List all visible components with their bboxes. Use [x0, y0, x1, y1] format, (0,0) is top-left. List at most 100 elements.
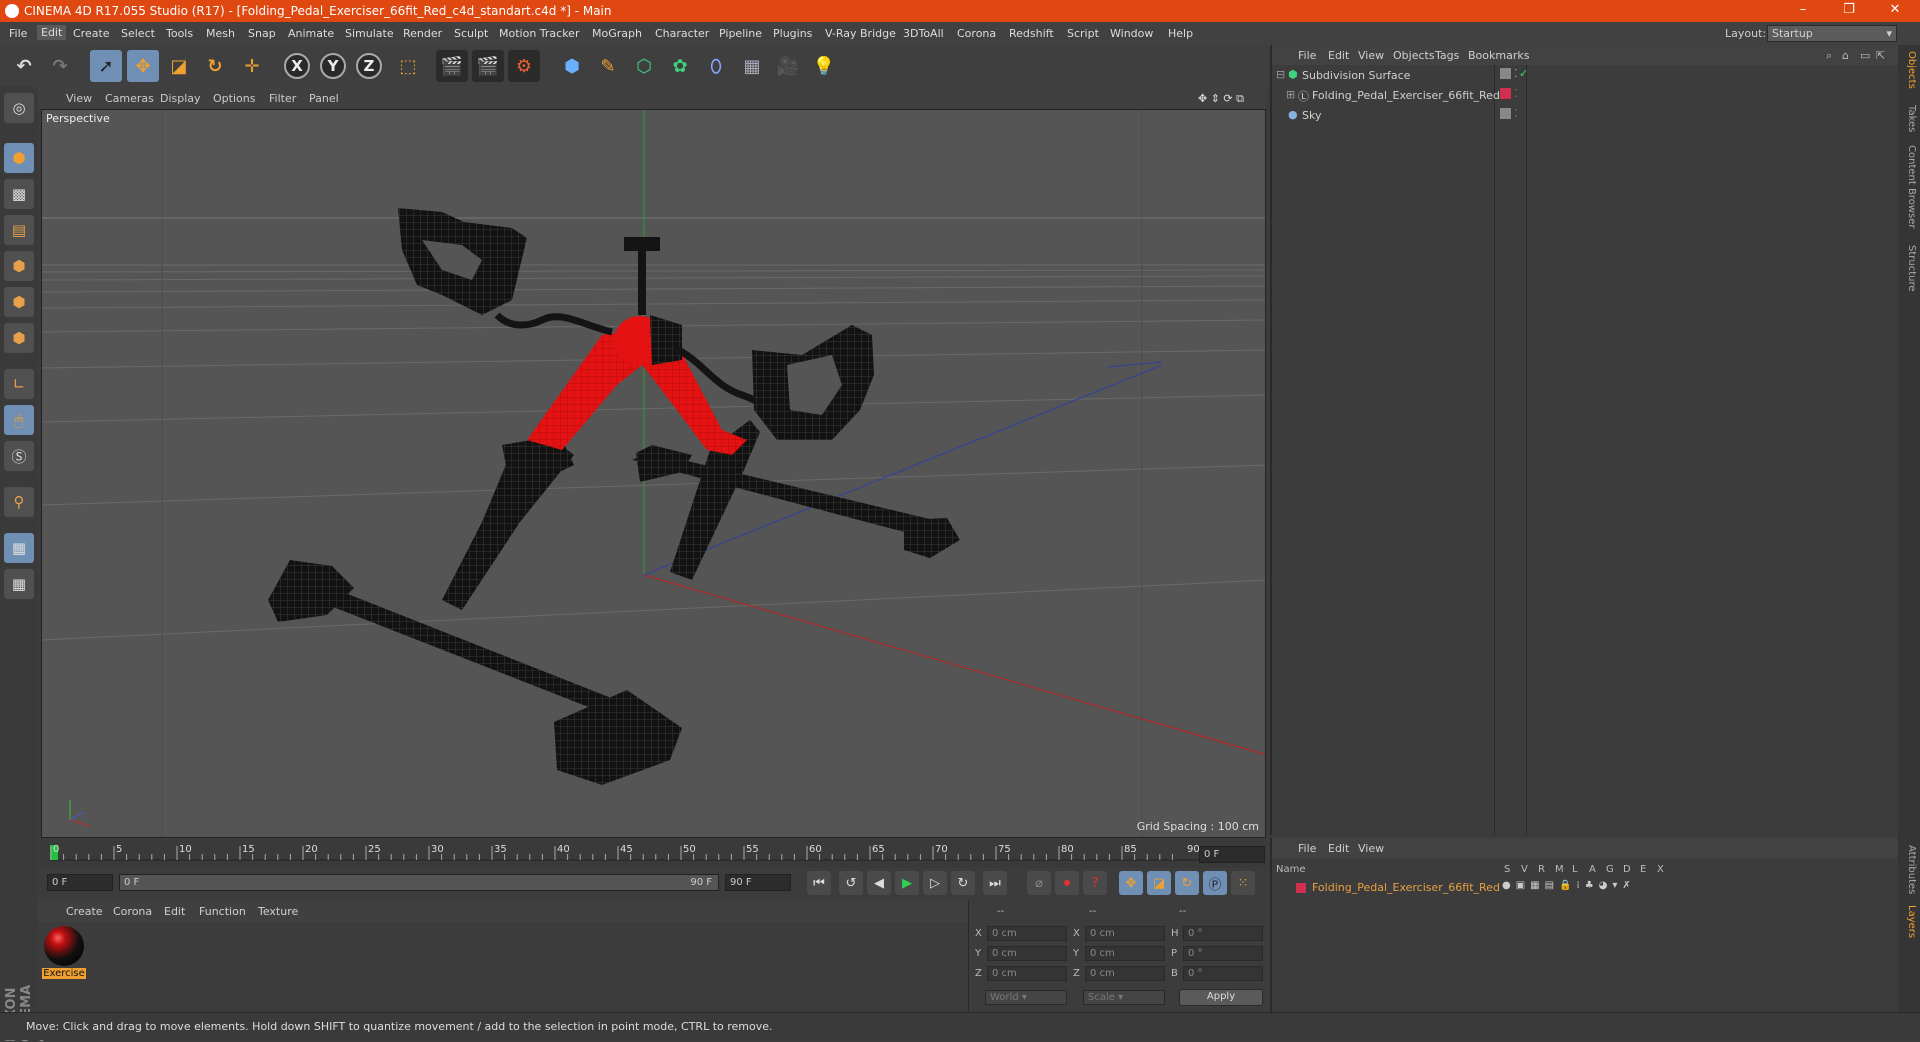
render-settings-icon[interactable]: ⚙ [508, 50, 540, 82]
tweak-mode-icon[interactable]: 🖱 [4, 405, 34, 435]
layer-menu-view[interactable]: View [1358, 842, 1384, 855]
viewport-menu-filter[interactable]: Filter [269, 92, 296, 105]
menu-file[interactable]: File [9, 27, 27, 40]
move-tool-icon[interactable]: ✥ [127, 50, 159, 82]
menu-render[interactable]: Render [403, 27, 442, 40]
menu-plugins[interactable]: Plugins [773, 27, 812, 40]
perspective-viewport[interactable]: Perspective Grid Spacing : 100 cm [41, 109, 1266, 838]
layer-menu-file[interactable]: File [1298, 842, 1316, 855]
menu-simulate[interactable]: Simulate [345, 27, 394, 40]
viewport-menu-cameras[interactable]: Cameras [105, 92, 154, 105]
expand-icon[interactable]: ⇱ [1876, 49, 1885, 62]
viewport-navigation-icon[interactable]: ✥ ⇕ ⟳ ⧉ [1198, 92, 1244, 106]
layout-select[interactable]: Startup ▾ [1767, 25, 1897, 42]
minimize-button[interactable]: – [1780, 2, 1826, 20]
redo-icon[interactable]: ↷ [44, 50, 76, 82]
record-parameter-icon[interactable]: Ⓟ [1203, 871, 1227, 895]
new-view-icon[interactable]: ▭ [1860, 49, 1870, 62]
collapse-icon[interactable]: ⊟ [1276, 68, 1285, 81]
scale-tool-icon[interactable]: ◪ [163, 50, 195, 82]
material-menu-create[interactable]: Create [66, 905, 103, 918]
preview-range-slider[interactable]: 0 F 90 F [119, 874, 719, 891]
y-axis-lock-icon[interactable]: Y [320, 53, 346, 79]
tab-structure[interactable]: Structure [1901, 245, 1917, 292]
go-to-end-icon[interactable]: ⏭ [983, 871, 1007, 895]
expand-plus-icon[interactable]: ⊞ [1286, 88, 1295, 101]
objmgr-menu-file[interactable]: File [1298, 49, 1316, 62]
apply-button[interactable]: Apply [1179, 989, 1263, 1006]
enabled-check-icon[interactable]: ✓ [1519, 67, 1528, 80]
workplane-mode-icon[interactable]: ▤ [4, 215, 34, 245]
rotate-tool-icon[interactable]: ↻ [199, 50, 231, 82]
position-y-field[interactable]: 0 cm [987, 946, 1067, 961]
size-mode-select[interactable]: Scale ▾ [1083, 990, 1165, 1005]
material-swatch[interactable]: Exercise [42, 926, 86, 982]
close-button[interactable]: ✕ [1872, 2, 1918, 20]
start-frame-field[interactable]: 0 F [47, 874, 113, 891]
menu-script[interactable]: Script [1067, 27, 1099, 40]
size-z-field[interactable]: 0 cm [1085, 966, 1165, 981]
polygons-mode-icon[interactable]: ⬢ [4, 323, 34, 353]
tab-layers[interactable]: Layers [1901, 905, 1917, 938]
object-row-exerciser[interactable]: ⊞ Ⓛ Folding_Pedal_Exerciser_66fit_Red ⁚ [1272, 85, 1900, 105]
menu-mograph[interactable]: MoGraph [592, 27, 642, 40]
tab-content-browser[interactable]: Content Browser [1901, 145, 1917, 228]
locked-workplane-icon[interactable]: ▦ [4, 533, 34, 563]
visibility-dots-icon[interactable]: ⁚ [1514, 67, 1518, 80]
make-editable-icon[interactable]: ◎ [4, 93, 34, 123]
object-row-sky[interactable]: ● Sky ⁚ [1272, 105, 1900, 125]
record-active-objects-icon[interactable]: ⌀ [1027, 871, 1051, 895]
tab-objects[interactable]: Objects [1901, 51, 1917, 89]
menu-character[interactable]: Character [655, 27, 709, 40]
play-forward-icon[interactable]: ▶ [895, 871, 919, 895]
layer-menu-edit[interactable]: Edit [1328, 842, 1349, 855]
menu-sculpt[interactable]: Sculpt [454, 27, 488, 40]
menu-redshift[interactable]: Redshift [1009, 27, 1054, 40]
layer-tag-icon[interactable] [1500, 108, 1511, 119]
visibility-dots-icon[interactable]: ⁚ [1514, 87, 1518, 100]
search-icon[interactable]: ⌕ [1826, 49, 1832, 63]
record-scale-icon[interactable]: ◪ [1147, 871, 1171, 895]
size-x-field[interactable]: 0 cm [1085, 926, 1165, 941]
axis-mode-icon[interactable]: ∟ [4, 369, 34, 399]
texture-mode-icon[interactable]: ▩ [4, 179, 34, 209]
layer-color-swatch[interactable] [1500, 88, 1511, 99]
go-to-start-icon[interactable]: ⏮ [807, 871, 831, 895]
magnet-icon[interactable]: ⚲ [4, 487, 34, 517]
menu-motion-tracker[interactable]: Motion Tracker [499, 27, 579, 40]
objmgr-menu-bookmarks[interactable]: Bookmarks [1468, 49, 1529, 62]
position-x-field[interactable]: 0 cm [987, 926, 1067, 941]
render-to-picture-viewer-icon[interactable]: 🎬 [472, 50, 504, 82]
menu-animate[interactable]: Animate [288, 27, 334, 40]
render-view-icon[interactable]: 🎬 [436, 50, 468, 82]
viewport-menu-display[interactable]: Display [160, 92, 201, 105]
undo-icon[interactable]: ↶ [8, 50, 40, 82]
material-menu-corona[interactable]: Corona [113, 905, 152, 918]
layer-color-swatch[interactable] [1296, 883, 1306, 893]
record-rotation-icon[interactable]: ↻ [1175, 871, 1199, 895]
viewport-menu-panel[interactable]: Panel [309, 92, 339, 105]
menu-create[interactable]: Create [73, 27, 110, 40]
floor-scene-icon[interactable]: ▦ [736, 50, 768, 82]
menu-mesh[interactable]: Mesh [206, 27, 235, 40]
model-mode-icon[interactable]: ⬢ [4, 143, 34, 173]
menu-3dtoall[interactable]: 3DToAll [903, 27, 944, 40]
subdivision-surface-icon[interactable]: ⬡ [628, 50, 660, 82]
rotation-p-field[interactable]: 0 ° [1183, 946, 1263, 961]
visibility-dots-icon[interactable]: ⁚ [1514, 107, 1518, 120]
menu-tools[interactable]: Tools [166, 27, 193, 40]
x-axis-lock-icon[interactable]: X [284, 53, 310, 79]
planar-workplane-icon[interactable]: ▦ [4, 569, 34, 599]
rotation-b-field[interactable]: 0 ° [1183, 966, 1263, 981]
points-mode-icon[interactable]: ⬢ [4, 251, 34, 281]
menu-pipeline[interactable]: Pipeline [719, 27, 762, 40]
edges-mode-icon[interactable]: ⬢ [4, 287, 34, 317]
home-icon[interactable]: ⌂ [1842, 49, 1849, 62]
objmgr-menu-objects[interactable]: Objects [1393, 49, 1435, 62]
coordinate-system-icon[interactable]: ⬚ [392, 50, 424, 82]
size-y-field[interactable]: 0 cm [1085, 946, 1165, 961]
objmgr-menu-edit[interactable]: Edit [1328, 49, 1349, 62]
tab-takes[interactable]: Takes [1901, 105, 1917, 132]
record-point-level-icon[interactable]: ⁙ [1231, 871, 1255, 895]
previous-key-icon[interactable]: ↺ [839, 871, 863, 895]
